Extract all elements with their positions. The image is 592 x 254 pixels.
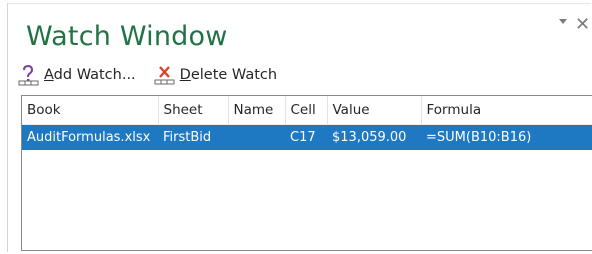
table-row[interactable]: AuditFormulas.xlsx FirstBid C17 $13,059.…: [22, 124, 592, 150]
add-watch-icon: [18, 64, 39, 86]
watch-table: Book Sheet Name Cell Value Formula Audit…: [22, 96, 592, 150]
column-header-formula[interactable]: Formula: [421, 96, 592, 125]
cell-value: $13,059.00: [332, 129, 407, 145]
delete-watch-icon: [154, 66, 175, 85]
column-header-book[interactable]: Book: [22, 96, 159, 125]
column-header-cell[interactable]: Cell: [285, 96, 328, 125]
delete-watch-label: Delete Watch: [179, 67, 278, 83]
delete-watch-button[interactable]: Delete Watch: [154, 64, 277, 86]
cell-formula: =SUM(B10:B16): [426, 129, 532, 145]
add-watch-button[interactable]: Add Watch...: [18, 64, 136, 86]
pane-title: Watch Window: [26, 21, 228, 52]
watch-toolbar: Add Watch... Delete Watch: [18, 62, 277, 88]
column-header-value[interactable]: Value: [327, 96, 422, 125]
column-header-name[interactable]: Name: [228, 96, 286, 125]
add-watch-label: Add Watch...: [44, 67, 136, 83]
task-pane-options-button[interactable]: [557, 16, 569, 26]
triangle-down-icon: [559, 19, 567, 24]
header-row: Book Sheet Name Cell Value Formula: [22, 96, 592, 125]
close-icon: ✕: [575, 14, 591, 35]
cell-cell: C17: [290, 129, 316, 145]
column-header-sheet[interactable]: Sheet: [158, 96, 229, 125]
watch-window-pane: Watch Window ✕ Add Watch... Delete Watch…: [7, 3, 592, 252]
cell-book: AuditFormulas.xlsx: [27, 129, 151, 145]
close-button[interactable]: ✕: [575, 16, 590, 34]
cell-sheet: FirstBid: [163, 129, 212, 145]
cell-name: [228, 124, 285, 150]
watch-list[interactable]: Book Sheet Name Cell Value Formula Audit…: [21, 95, 592, 251]
